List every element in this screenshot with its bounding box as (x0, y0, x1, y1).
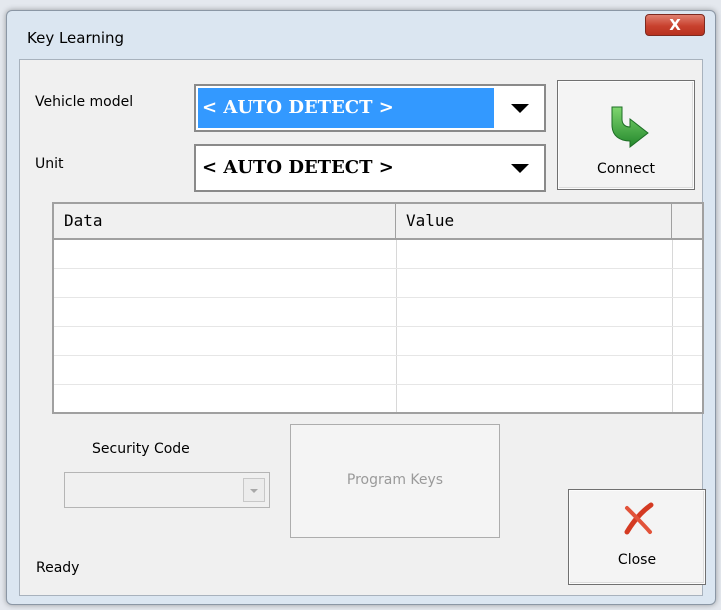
connect-button[interactable]: Connect (557, 80, 695, 190)
red-x-icon (624, 502, 654, 535)
close-label: Close (617, 552, 657, 568)
grid-row-line (54, 384, 702, 385)
unit-dropdown-arrow-icon[interactable] (498, 148, 542, 188)
security-code-label: Security Code (92, 441, 190, 457)
vehicle-model-dropdown-arrow-icon[interactable] (498, 88, 542, 128)
window-title: Key Learning (27, 29, 125, 47)
security-code-dropdown-arrow-icon (243, 478, 265, 502)
grid-row-line (54, 326, 702, 327)
vehicle-model-value: < AUTO DETECT > (198, 88, 494, 128)
program-keys-button[interactable]: Program Keys (290, 424, 500, 538)
status-text: Ready (36, 560, 80, 576)
grid-row-line (54, 297, 702, 298)
close-button[interactable]: Close (568, 489, 706, 585)
program-keys-label: Program Keys (346, 472, 444, 488)
data-grid[interactable]: Data Value (52, 202, 704, 414)
window-close-button[interactable]: X (645, 14, 705, 36)
vehicle-model-combo[interactable]: < AUTO DETECT > (194, 84, 546, 132)
green-arrow-icon (611, 106, 649, 149)
column-header-data[interactable]: Data (54, 204, 396, 238)
unit-label: Unit (35, 156, 64, 172)
grid-header: Data Value (54, 204, 702, 240)
dialog-client-area: Vehicle model < AUTO DETECT > Unit < AUT… (19, 59, 706, 596)
unit-combo[interactable]: < AUTO DETECT > (194, 144, 546, 192)
connect-label: Connect (597, 161, 655, 177)
vehicle-model-label: Vehicle model (35, 94, 134, 110)
unit-value: < AUTO DETECT > (202, 157, 394, 178)
key-learning-window: Key Learning X Vehicle model < AUTO DETE… (6, 10, 716, 605)
grid-row-line (54, 355, 702, 356)
security-code-combo[interactable] (64, 472, 270, 508)
title-bar[interactable]: Key Learning X (7, 11, 715, 57)
column-header-value[interactable]: Value (396, 204, 672, 238)
grid-row-line (54, 268, 702, 269)
